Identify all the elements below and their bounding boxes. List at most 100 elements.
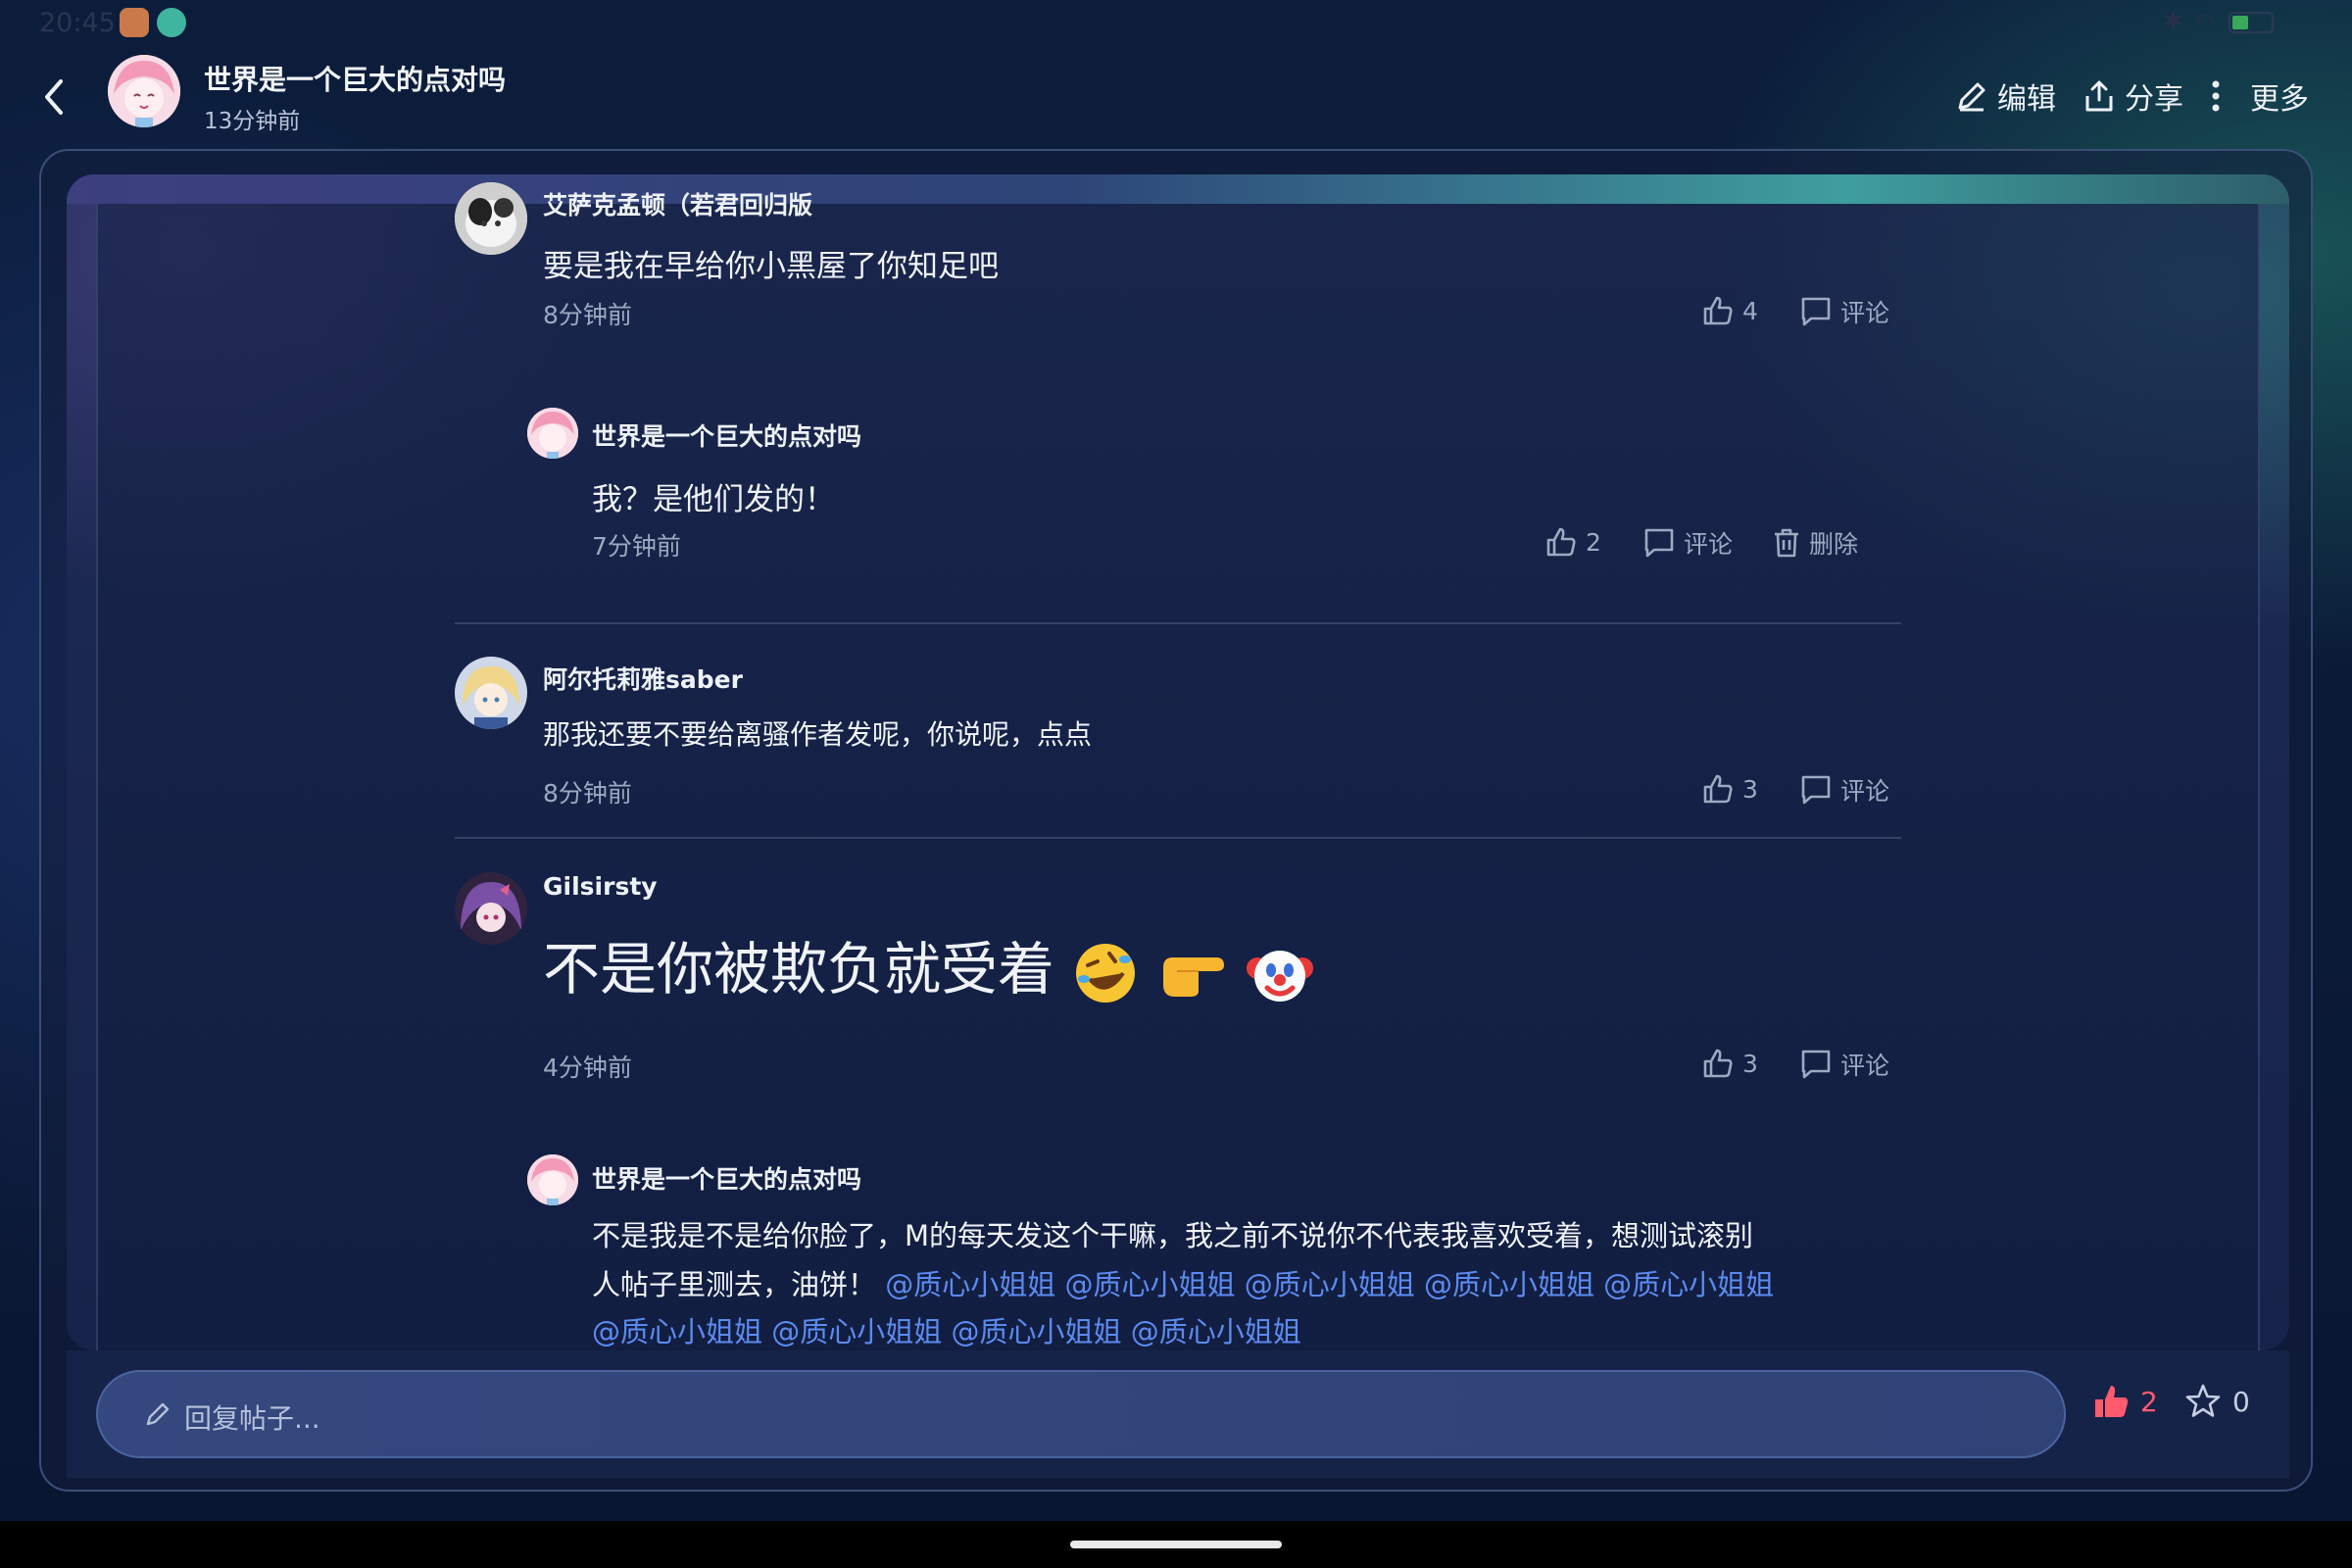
star-icon bbox=[2185, 1384, 2221, 1417]
thumbs-up-icon bbox=[1703, 1049, 1733, 1078]
reply-text: 我？是他们发的！ bbox=[592, 482, 835, 517]
mention-link[interactable]: @质心小姐姐 bbox=[771, 1315, 942, 1348]
chevron-left-icon bbox=[45, 79, 63, 115]
comments-frame: 艾萨克孟顿（若君回归版 要是我在早给你小黑屋了你知足吧 8分钟前 4 评论 世界… bbox=[39, 149, 2313, 1492]
like-button[interactable]: 4 bbox=[1701, 294, 1758, 327]
like-count: 3 bbox=[1742, 774, 1758, 804]
reply-time: 7分钟前 bbox=[592, 532, 681, 561]
commenter-name[interactable]: 阿尔托莉雅saber bbox=[543, 661, 743, 696]
thumbs-up-filled-icon bbox=[2095, 1386, 2129, 1417]
reply-text-line-2-body: 人帖子里测去，油饼！ bbox=[592, 1268, 877, 1301]
status-time: 20:45 bbox=[39, 8, 116, 38]
thumbs-up-icon bbox=[1546, 527, 1576, 557]
comment-label: 评论 bbox=[1840, 299, 1890, 327]
favorite-button[interactable]: 0 bbox=[2183, 1382, 2250, 1421]
mention-link[interactable]: @质心小姐姐 bbox=[1245, 1268, 1415, 1301]
more-label: 更多 bbox=[2250, 82, 2309, 117]
mention-link[interactable]: @质心小姐姐 bbox=[951, 1315, 1121, 1348]
mention-link[interactable]: @质心小姐姐 bbox=[592, 1315, 762, 1348]
comment-label: 评论 bbox=[1684, 530, 1734, 559]
reply-input[interactable]: 回复帖子... bbox=[96, 1370, 2066, 1458]
pencil-icon bbox=[146, 1402, 170, 1426]
post-time: 13分钟前 bbox=[204, 109, 301, 134]
reply-author-name[interactable]: 世界是一个巨大的点对吗 bbox=[592, 417, 861, 453]
comment-label: 评论 bbox=[1840, 1052, 1890, 1080]
status-app-icon-1 bbox=[120, 8, 149, 37]
comment-divider bbox=[455, 622, 1901, 624]
mention-link[interactable]: @质心小姐姐 bbox=[1064, 1268, 1235, 1301]
commenter-name[interactable]: Gilsirsty bbox=[543, 872, 658, 901]
share-label: 分享 bbox=[2125, 82, 2183, 117]
more-button[interactable]: 更多 bbox=[2209, 74, 2309, 118]
comment-text: 那我还要不要给离骚作者发呢，你说呢，点点 bbox=[543, 718, 1093, 751]
commenter-avatar[interactable] bbox=[455, 182, 527, 255]
comment-time: 8分钟前 bbox=[543, 779, 632, 808]
commenter-name[interactable]: 艾萨克孟顿（若君回归版 bbox=[543, 186, 812, 221]
commenter-avatar[interactable] bbox=[455, 872, 527, 945]
comment-divider bbox=[455, 837, 1901, 839]
comment-text-body: 不是你被欺负就受着 bbox=[543, 936, 1055, 1003]
mention-link[interactable]: @质心小姐姐 bbox=[1424, 1268, 1594, 1301]
system-nav-bar bbox=[0, 1521, 2352, 1568]
comments-panel bbox=[96, 204, 2260, 1350]
share-icon bbox=[2085, 80, 2113, 112]
like-count: 3 bbox=[1742, 1049, 1758, 1078]
reply-text-line-1: 不是我是不是给你脸了，M的每天发这个干嘛，我之前不说你不代表我喜欢受着，想测试滚… bbox=[592, 1219, 1754, 1252]
reply-like-button[interactable]: 2 bbox=[1544, 525, 1601, 559]
status-app-icon-2 bbox=[157, 8, 186, 37]
mention-link[interactable]: @质心小姐姐 bbox=[885, 1268, 1055, 1301]
status-icons: ✱ ◠ bbox=[2164, 10, 2274, 34]
thumbs-up-icon bbox=[1703, 774, 1733, 804]
post-title: 世界是一个巨大的点对吗 bbox=[204, 64, 507, 96]
comment-time: 8分钟前 bbox=[543, 301, 632, 329]
comment-bubble-icon bbox=[1801, 775, 1831, 805]
pencil-icon bbox=[1958, 82, 1985, 112]
reply-text-line-2: 人帖子里测去，油饼！ @质心小姐姐 @质心小姐姐 @质心小姐姐 @质心小姐姐 @… bbox=[592, 1262, 1774, 1303]
like-count: 2 bbox=[1586, 527, 1601, 557]
panel-top-glow bbox=[67, 174, 2289, 204]
comment-text: 不是你被欺负就受着 bbox=[543, 923, 1314, 1007]
comment-bubble-icon bbox=[1644, 528, 1674, 558]
edit-button[interactable]: 编辑 bbox=[1954, 74, 2056, 118]
post-like-button[interactable]: 2 bbox=[2091, 1382, 2158, 1421]
share-button[interactable]: 分享 bbox=[2082, 74, 2183, 118]
comment-text: 要是我在早给你小黑屋了你知足吧 bbox=[543, 249, 999, 284]
reply-author-avatar[interactable] bbox=[527, 408, 578, 459]
status-bar: 20:45 ✱ ◠ bbox=[0, 0, 2352, 47]
post-header: 世界是一个巨大的点对吗 13分钟前 编辑 分享 更多 bbox=[0, 47, 2352, 145]
mention-link[interactable]: @质心小姐姐 bbox=[1131, 1315, 1301, 1348]
comment-button[interactable]: 评论 bbox=[1799, 772, 1889, 808]
comment-button[interactable]: 评论 bbox=[1799, 1047, 1889, 1082]
reply-comment-button[interactable]: 评论 bbox=[1642, 525, 1733, 561]
post-like-count: 2 bbox=[2140, 1385, 2158, 1418]
battery-icon bbox=[2229, 11, 2274, 33]
more-vertical-icon bbox=[2212, 80, 2220, 112]
reply-placeholder: 回复帖子... bbox=[184, 1402, 320, 1435]
comment-bubble-icon bbox=[1801, 297, 1831, 326]
reply-bar: 回复帖子... 2 0 bbox=[67, 1350, 2289, 1478]
thumbs-up-icon bbox=[1703, 296, 1733, 325]
like-button[interactable]: 3 bbox=[1701, 1047, 1758, 1080]
commenter-avatar[interactable] bbox=[455, 657, 527, 729]
comment-label: 评论 bbox=[1840, 777, 1890, 806]
clown-emoji bbox=[1247, 950, 1314, 1002]
reply-author-name[interactable]: 世界是一个巨大的点对吗 bbox=[592, 1160, 861, 1196]
mention-link[interactable]: @质心小姐姐 bbox=[1603, 1268, 1774, 1301]
reply-author-avatar[interactable] bbox=[527, 1154, 578, 1205]
comment-button[interactable]: 评论 bbox=[1799, 294, 1889, 329]
comments-scroll-area[interactable]: 艾萨克孟顿（若君回归版 要是我在早给你小黑屋了你知足吧 8分钟前 4 评论 世界… bbox=[67, 174, 2289, 1350]
edit-label: 编辑 bbox=[1997, 82, 2056, 117]
back-button[interactable] bbox=[29, 73, 78, 122]
pointing-right-emoji bbox=[1162, 956, 1224, 997]
reply-delete-button[interactable]: 删除 bbox=[1772, 525, 1858, 561]
reply-text-line-3: @质心小姐姐 @质心小姐姐 @质心小姐姐 @质心小姐姐 bbox=[592, 1309, 1301, 1350]
comment-time: 4分钟前 bbox=[543, 1054, 632, 1082]
favorite-count: 0 bbox=[2232, 1385, 2250, 1418]
comment-bubble-icon bbox=[1801, 1050, 1831, 1079]
home-gesture-handle[interactable] bbox=[1070, 1541, 1282, 1548]
author-avatar[interactable] bbox=[108, 55, 180, 127]
like-count: 4 bbox=[1742, 296, 1758, 325]
like-button[interactable]: 3 bbox=[1701, 772, 1758, 806]
wifi-icon: ◠ bbox=[2195, 10, 2215, 34]
delete-label: 删除 bbox=[1809, 530, 1859, 559]
